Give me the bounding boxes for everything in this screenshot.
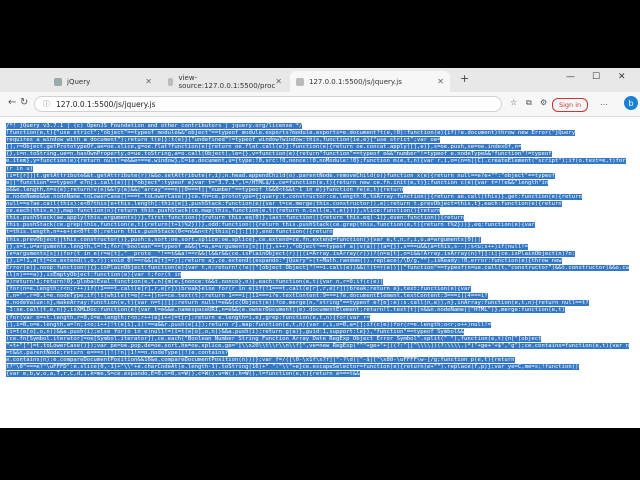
code-line: {},i=n.toString,ue=n.hasOwnProperty,o=ue… <box>6 151 552 158</box>
code-line: ce.each(this,e)},map:function(n){return … <box>6 208 441 215</box>
code-line: null==e?ae.call(this):e<0?this[e+this.le… <box>6 201 562 208</box>
code-line: e.item},y=function(e){return null!=e&&e=… <box>6 158 626 172</box>
jquery-favicon-icon <box>54 77 62 86</box>
code-line: t,n="",r=0,i=e.nodeType;if(!i)while(t=e[… <box>6 293 488 300</box>
code-line: e)return!1;return!0},globalEval:function… <box>6 279 384 286</box>
code-line: t=this.length,n=+e+(e<0?t:0);return this… <box>6 229 333 236</box>
code-line: {for(n=e.length;r<n;r++)if(!1===t.call(e… <box>6 286 471 293</box>
maximize-button[interactable]: ☐ <box>592 72 600 82</box>
code-line: "+t+"]"]=t.toLowerCase()});var pe=oe.pop… <box>6 342 630 356</box>
code-line: this.pushStack(ce.grep(this,function(e,t… <box>6 222 535 229</box>
code-line: requires a window with a document");retu… <box>6 137 441 144</box>
code-line: (i=t(e[o],o,n))&&a.push(i);else for(o in… <box>6 328 465 335</box>
code-line: e||"function"==typeof e?n[i.call(e)]||"o… <box>6 179 549 186</box>
code-line: {},i=!1,a[t]=ce.extend(l,o,r)):void 0!==… <box>6 257 562 264</box>
browser-toolbar: ← ↻ ⓘ 127.0.0.1:5500/js/jquery.js ☆ ⧉ ⚙ … <box>0 92 640 117</box>
copilot-icon[interactable]: b <box>624 96 638 110</box>
code-line: Error(e)},noop:function(){},isPlainObjec… <box>6 264 630 278</box>
back-button[interactable]: ← <box>8 97 16 108</box>
minimize-button[interactable]: — <box>566 72 575 82</box>
code-line: e&&e.length,n=x(e);return!v(e)&&!y(e)&&(… <box>6 186 404 193</box>
new-tab-button[interactable]: + <box>460 72 469 85</box>
collections-icon[interactable]: ⧉ <box>526 98 532 108</box>
code-line: {for(var n=+t.length,r=0,i=e.length;r<n;… <box>6 314 370 321</box>
tab-view-source[interactable]: view-source:127.0.0.1:5500/proc ✕ <box>162 71 288 92</box>
code-line: this.pushStack(ae.apply(this,arguments))… <box>6 215 465 222</box>
tab-strip: jQuery ✕ view-source:127.0.0.1:5500/proc… <box>0 68 640 92</box>
code-line: (e=arguments[s]))for(t in e)r=e[t],"__pr… <box>6 250 576 257</box>
refresh-button[interactable]: ↻ <box>20 97 28 108</box>
page-icon <box>296 77 304 86</box>
close-icon[interactable]: ✕ <box>145 77 152 86</box>
code-line: e.nodeName&&e.nodeName.toLowerCase()===t… <box>6 193 582 200</box>
address-bar[interactable]: ⓘ 127.0.0.1:5500/js/jquery.js <box>34 96 502 112</box>
code-line: -1:se.call(t,e,n)},isXMLDoc:function(e){… <box>6 307 566 314</box>
browser-window: jQuery ✕ view-source:127.0.0.1:5500/proc… <box>0 68 640 428</box>
code-line: this.prevObject||this.constructor()},pus… <box>6 236 481 243</box>
tab-label: view-source:127.0.0.1:5500/proc <box>178 73 276 90</box>
code-line: (i=t[r]||t.getAttribute&&t.getAttribute(… <box>6 172 555 179</box>
close-window-button[interactable]: ✕ <box>618 72 626 82</box>
tab-jquery[interactable]: jQuery ✕ <box>48 71 158 92</box>
tab-label: 127.0.0.1:5500/js/jquery.js <box>309 77 402 86</box>
page-icon <box>168 77 174 86</box>
code-line: (ce.fn[Symbol.iterator]=oe[Symbol.iterat… <box>6 335 542 342</box>
letterbox-bottom <box>0 428 640 480</box>
code-line: !function(e,t){"use strict";"object"==ty… <box>6 130 576 137</box>
favorites-icon[interactable]: ☆ <box>510 98 517 107</box>
extensions-icon[interactable]: ⚙ <box>540 98 547 107</box>
code-line: e.contains(n):e.compareDocumentPosition&… <box>6 357 515 364</box>
code-line: {var e,b,w,o,a,T,r,C,d,i,k=me,S=ce.expan… <box>6 371 360 378</box>
code-line: {},s=1,u=arguments.length,l=!1;for("bool… <box>6 243 528 250</box>
tab-label: jQuery <box>67 77 91 86</box>
more-menu-button[interactable]: … <box>600 98 608 107</box>
address-url: 127.0.0.1:5500/js/jquery.js <box>56 99 156 109</box>
sign-in-button[interactable]: Sign in <box>552 98 589 112</box>
code-line: [],r=Object.getPrototypeOf,ae=oe.slice,g… <box>6 144 522 151</box>
page-content: /*! jQuery v3.7.1 | (c) OpenJS Foundatio… <box>0 117 640 428</box>
code-line: t?"\0"===e?"\uFFFD":e.slice(0,-1)+"\\"+e… <box>6 364 579 371</box>
code-line: [],i=0,o=e.length,a=!n;i<o;i++)!t(e[i],i… <box>6 321 491 328</box>
source-code[interactable]: /*! jQuery v3.7.1 | (c) OpenJS Foundatio… <box>6 123 630 378</box>
close-icon[interactable]: ✕ <box>275 77 282 86</box>
code-line: /*! jQuery v3.7.1 | (c) OpenJS Foundatio… <box>6 123 303 129</box>
close-icon[interactable]: ✕ <box>437 77 444 86</box>
info-icon[interactable]: ⓘ <box>43 99 50 109</box>
tab-jquery-js[interactable]: 127.0.0.1:5500/js/jquery.js ✕ <box>290 71 450 92</box>
code-line: e.nodeValue:n},makeArray:function(e,t){v… <box>6 300 589 307</box>
